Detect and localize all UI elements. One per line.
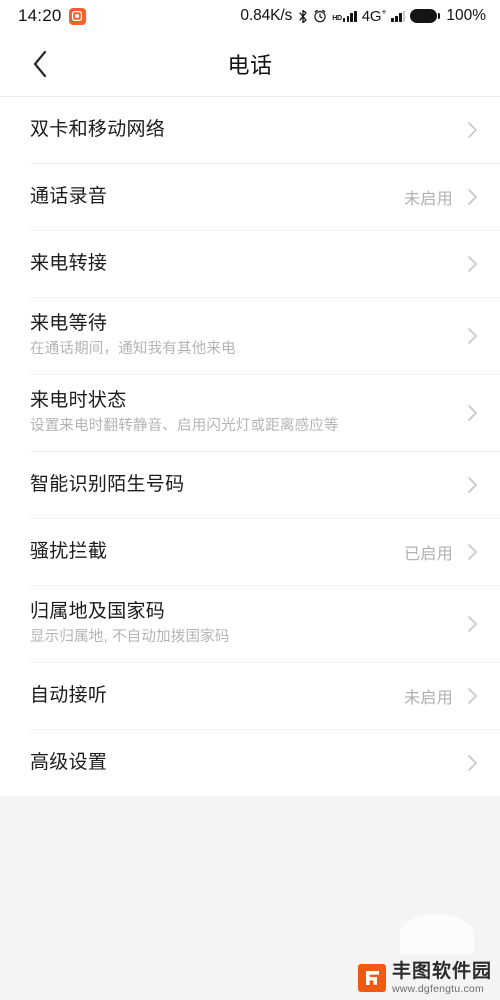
chevron-right-icon — [467, 687, 478, 705]
settings-list: 双卡和移动网络 通话录音 未启用 来电转接 来电等待 在通话期间，通知我有其他来电 来电时状… — [0, 97, 500, 796]
list-item-value: 未启用 — [404, 191, 453, 208]
list-item-text: 智能识别陌生号码 — [30, 460, 467, 511]
back-chevron-icon — [31, 49, 49, 79]
network-type-text: 4G — [361, 8, 382, 25]
list-item-value: 已启用 — [404, 546, 453, 563]
app-bar: 电话 — [0, 32, 500, 97]
list-item-title: 来电时状态 — [30, 390, 127, 412]
list-item-subtitle: 设置来电时翻转静音、启用闪光灯或距离感应等 — [30, 418, 339, 435]
list-item[interactable]: 通话录音 未启用 — [0, 164, 500, 230]
list-item[interactable]: 智能识别陌生号码 — [0, 452, 500, 518]
list-item-text: 高级设置 — [30, 738, 467, 789]
list-item[interactable]: 来电时状态设置来电时翻转静音、启用闪光灯或距离感应等 — [0, 375, 500, 451]
network-type-sup: + — [381, 7, 387, 17]
list-item-title: 来电转接 — [30, 252, 108, 274]
alarm-clock-icon — [313, 9, 327, 23]
chevron-right-icon — [467, 543, 478, 561]
battery-percent-label: 100% — [446, 7, 486, 24]
list-item[interactable]: 双卡和移动网络 — [0, 97, 500, 163]
list-item-text: 双卡和移动网络 — [30, 105, 467, 156]
hd-signal-icon: HD — [332, 10, 357, 22]
status-bar-right: 0.84K/s HD 4G+ 100% — [240, 7, 486, 25]
list-item-title: 通话录音 — [30, 185, 108, 207]
status-bar-clock: 14:20 — [18, 6, 62, 25]
hd-label: HD — [332, 15, 342, 22]
list-item-text: 骚扰拦截 — [30, 527, 404, 578]
chevron-right-icon — [467, 404, 478, 422]
chevron-right-icon — [467, 615, 478, 633]
list-item-title: 骚扰拦截 — [30, 540, 108, 562]
list-item-subtitle: 在通话期间，通知我有其他来电 — [30, 341, 236, 358]
chevron-right-icon — [467, 754, 478, 772]
list-item-title: 高级设置 — [30, 751, 108, 773]
page-title: 电话 — [227, 53, 273, 78]
list-item-title: 来电等待 — [30, 313, 108, 335]
list-item[interactable]: 归属地及国家码显示归属地, 不自动加拨国家码 — [0, 586, 500, 662]
list-item-text: 来电时状态设置来电时翻转静音、启用闪光灯或距离感应等 — [30, 376, 467, 449]
list-item-text: 自动接听 — [30, 671, 404, 722]
list-item-title: 双卡和移动网络 — [30, 118, 166, 140]
chevron-right-icon — [467, 255, 478, 273]
list-item-text: 来电等待在通话期间，通知我有其他来电 — [30, 299, 467, 372]
list-item[interactable]: 骚扰拦截 已启用 — [0, 519, 500, 585]
phone-settings-screen: 14:20 0.84K/s HD 4G+ 100% 电话 双卡和移动网络 通话录… — [0, 0, 500, 1000]
signal-bars-icon — [342, 10, 357, 22]
bluetooth-icon — [298, 9, 308, 24]
list-item-text: 归属地及国家码显示归属地, 不自动加拨国家码 — [30, 587, 467, 660]
list-item[interactable]: 来电等待在通话期间，通知我有其他来电 — [0, 298, 500, 374]
back-button[interactable] — [14, 32, 66, 96]
list-item-title: 归属地及国家码 — [30, 601, 166, 623]
list-item[interactable]: 自动接听 未启用 — [0, 663, 500, 729]
list-item-value: 未启用 — [404, 690, 453, 707]
network-speed-label: 0.84K/s — [240, 7, 293, 24]
list-item[interactable]: 来电转接 — [0, 231, 500, 297]
signal-bars-icon-secondary — [391, 10, 406, 22]
chevron-right-icon — [467, 476, 478, 494]
list-item-title: 自动接听 — [30, 684, 108, 706]
list-item-text: 通话录音 — [30, 172, 404, 223]
list-item-text: 来电转接 — [30, 239, 467, 290]
battery-full-icon — [410, 9, 440, 23]
list-item-subtitle: 显示归属地, 不自动加拨国家码 — [30, 629, 230, 646]
status-bar-left: 14:20 — [18, 6, 86, 26]
page-background-filler — [0, 796, 500, 1000]
chevron-right-icon — [467, 327, 478, 345]
chevron-right-icon — [467, 188, 478, 206]
list-item-title: 智能识别陌生号码 — [30, 473, 185, 495]
network-type-label: 4G+ — [362, 7, 387, 25]
orange-app-icon — [68, 7, 86, 25]
status-bar: 14:20 0.84K/s HD 4G+ 100% — [0, 0, 500, 32]
chevron-right-icon — [467, 121, 478, 139]
list-item[interactable]: 高级设置 — [0, 730, 500, 796]
